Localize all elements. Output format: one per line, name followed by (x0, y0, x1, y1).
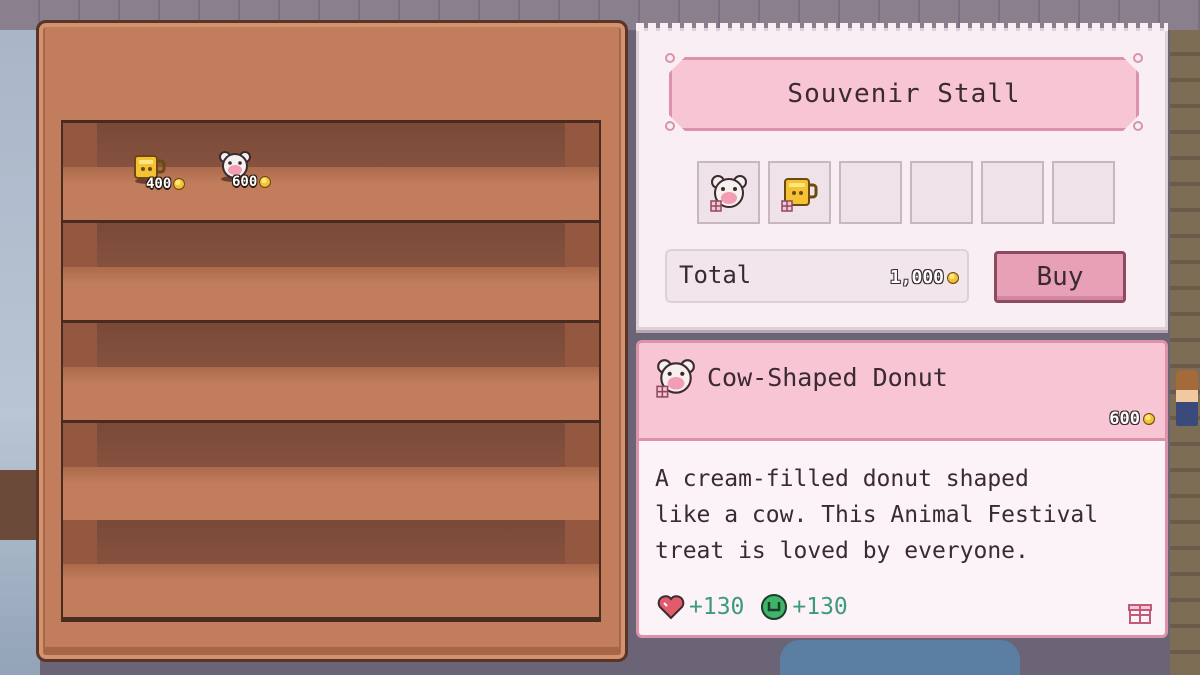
background-post (0, 470, 40, 540)
gift-icon (1128, 604, 1152, 624)
total-label: Total (679, 261, 752, 289)
item-detail-header: Cow-Shaped Donut 600 (639, 343, 1165, 441)
coin-icon (947, 271, 959, 284)
cart-slot[interactable] (768, 161, 831, 224)
stat-heart: +130 (657, 594, 744, 620)
shelf-price-tag: 400 (146, 176, 186, 192)
buy-button[interactable]: Buy (994, 251, 1126, 303)
item-name: Cow-Shaped Donut (707, 363, 948, 392)
stall-title: Souvenir Stall (787, 79, 1021, 109)
souvenir-stall-panel: Souvenir Stall Total 1,000 Buy (636, 23, 1168, 330)
cow-donut-icon (710, 175, 747, 212)
cart-slot-empty[interactable] (1052, 161, 1115, 224)
item-detail-card: Cow-Shaped Donut 600 A cream-filled donu… (636, 340, 1168, 638)
stamina-icon (761, 594, 788, 620)
shelf-row (63, 520, 599, 620)
stat-stamina: +130 (760, 593, 848, 621)
mug-icon (781, 178, 818, 212)
cart-slots (697, 161, 1115, 224)
item-stats: +130 +130 (657, 593, 848, 621)
shelf-row (63, 223, 599, 323)
heart-icon (657, 595, 685, 620)
decorative-dot (1133, 53, 1143, 63)
shelf-item-cow-donut[interactable]: 600 (218, 150, 288, 200)
shelf-row (63, 423, 599, 523)
shelf-row (63, 323, 599, 423)
player-character (1176, 370, 1198, 426)
background-right-wall (1170, 30, 1200, 675)
decorative-dot (665, 121, 675, 131)
description-line: A cream-filled donut shaped (655, 466, 1029, 492)
stall-title-banner: Souvenir Stall (669, 57, 1139, 131)
shelf-price-tag: 600 (232, 174, 272, 190)
decorative-dot (1133, 121, 1143, 131)
cart-slot-empty[interactable] (839, 161, 902, 224)
item-price: 600 (1109, 409, 1155, 429)
decorative-dot (665, 53, 675, 63)
coin-icon (173, 178, 186, 190)
coin-icon (1143, 413, 1155, 425)
background-rug (780, 640, 1020, 675)
shelf-item-mug[interactable]: 400 (132, 152, 202, 202)
coin-icon (259, 176, 272, 188)
total-box: Total 1,000 (665, 249, 969, 303)
background-left-wall (0, 30, 40, 675)
item-description: A cream-filled donut shaped like a cow. … (655, 461, 1155, 569)
description-line: treat is loved by everyone. (655, 538, 1029, 564)
cart-slot-empty[interactable] (981, 161, 1044, 224)
cow-donut-icon (656, 359, 695, 398)
cart-slot-empty[interactable] (910, 161, 973, 224)
total-value: 1,000 (890, 267, 959, 288)
description-line: like a cow. This Animal Festival (655, 502, 1099, 528)
cart-slot[interactable] (697, 161, 760, 224)
